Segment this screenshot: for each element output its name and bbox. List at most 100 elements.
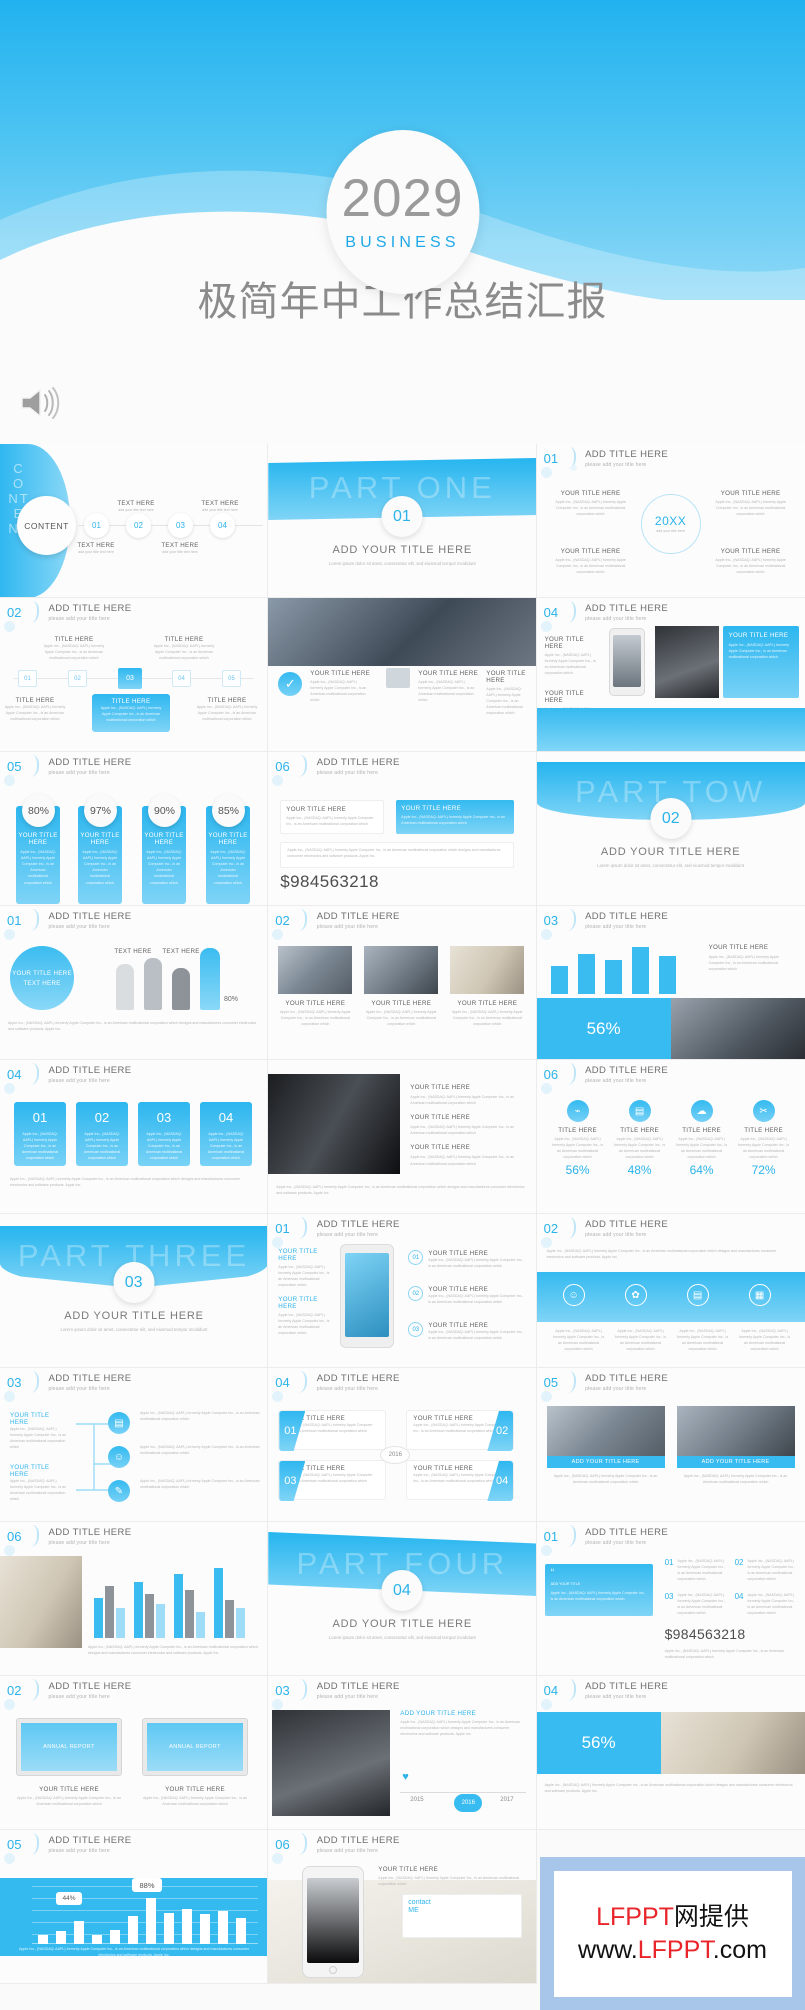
bubble-icon [272, 929, 284, 940]
tree-text-3: Apple Inc., (NASDAQ: AAPL) formerly Appl… [140, 1478, 260, 1490]
tree-text-2: Apple Inc., (NASDAQ: AAPL) formerly Appl… [140, 1444, 260, 1456]
icon-title: TITLE HERE [620, 1127, 659, 1134]
big-percent-panel: 56% [536, 998, 671, 1059]
bottle-label-1: TEXT HERE [112, 948, 154, 955]
slide-thumbnail[interactable]: 02 ADD TITLE HERE please add your title … [268, 906, 537, 1060]
slide-thumbnail[interactable]: PART THREE 03 ADD YOUR TITLE HERE Lorem … [0, 1214, 269, 1368]
phone-mockup [608, 628, 645, 696]
slide-title: ADD TITLE HERE [316, 1373, 400, 1384]
caption-body: Apple Inc., (NASDAQ: AAPL) formerly Appl… [553, 1329, 605, 1352]
flow-title: TITLE HERE [54, 636, 94, 643]
list-title: YOUR TITLE HERE [428, 1286, 489, 1293]
item-number: 03 [664, 1592, 674, 1601]
slide-thumbnail[interactable]: YOUR TITLE HERE Apple Inc., (NASDAQ: AAP… [268, 1060, 537, 1214]
photo-caption-bar: ADD YOUR TITLE HERE [676, 1456, 795, 1468]
slide-thumbnail[interactable]: 01 ADD TITLE HERE please add your title … [536, 444, 805, 598]
slide-header: 02 ADD TITLE HERE please add your title … [4, 1679, 132, 1710]
laptop-mockup: ANNUAL REPORT [16, 1718, 122, 1776]
label-body: Apple Inc., (NASDAQ: AAPL) formerly Appl… [10, 1427, 67, 1450]
slide-header-text: ADD TITLE HERE please add your title her… [48, 1835, 132, 1854]
slide-thumbnail[interactable]: 06 ADD TITLE HERE please add your title … [268, 1830, 537, 1984]
slide-thumbnail[interactable]: 03 ADD TITLE HERE please add your title … [0, 1368, 269, 1522]
slide-number: 04 [543, 1683, 559, 1698]
flow-bot-2: TITLE HERE Apple Inc., (NASDAQ: AAPL) fo… [196, 697, 258, 722]
chart-callout: 44% [56, 1892, 82, 1905]
quote-mark-icon: “ [550, 1567, 555, 1579]
slide-thumbnail[interactable]: 01 ADD TITLE HERE please add your title … [536, 1522, 805, 1676]
timeline-body: Apple Inc., (NASDAQ: AAPL) formerly Appl… [400, 1720, 520, 1737]
step-title: TEXT HERE [161, 542, 199, 549]
step-label-bot-2: TEXT HERE add your title text here [150, 542, 210, 555]
slide-thumbnail[interactable]: 05 ADD TITLE HERE please add your title … [536, 1368, 805, 1522]
slide-thumbnail[interactable]: 05 ADD TITLE HERE please add your title … [0, 752, 269, 906]
slide-thumbnail[interactable]: 03 ADD TITLE HERE please add your title … [536, 906, 805, 1060]
item-body: Apple Inc., (NASDAQ: AAPL) formerly Appl… [747, 1593, 796, 1616]
card-body: Apple Inc., (NASDAQ: AAPL) formerly Appl… [286, 816, 374, 827]
phone-mockup [302, 1866, 365, 1978]
slide-subtitle: please add your title here [48, 924, 110, 931]
slide-header: 05 ADD TITLE HERE please add your title … [4, 755, 132, 786]
card-title: YOUR TITLE HERE [413, 1415, 474, 1422]
swoosh-icon [290, 1833, 308, 1855]
watermark-line-1: LFPPT网提供 [596, 1901, 749, 1934]
icon-value: 64% [689, 1163, 714, 1178]
slide-thumbnail[interactable]: 04 ADD TITLE HERE please add your title … [268, 1368, 537, 1522]
slide-thumbnail[interactable]: 06 ADD TITLE HERE please add your title … [0, 1522, 269, 1676]
bar [185, 1590, 194, 1638]
list-body: Apple Inc., (NASDAQ: AAPL) formerly Appl… [428, 1294, 524, 1305]
icon-caption-4: Apple Inc., (NASDAQ: AAPL) formerly Appl… [737, 1328, 793, 1352]
slide-title: ADD TITLE HERE [585, 911, 669, 922]
column-body: Apple Inc., (NASDAQ: AAPL) formerly Appl… [210, 850, 246, 885]
step-sub: add your title text here [202, 508, 238, 512]
slide-thumbnail[interactable]: 06 ADD TITLE HERE please add your title … [536, 1060, 805, 1214]
slide-thumbnail[interactable]: 01 ADD TITLE HERE please add your title … [0, 906, 269, 1060]
quad-body: Apple Inc., (NASDAQ: AAPL) formerly Appl… [555, 500, 626, 517]
slide-thumbnail[interactable]: 03 ADD TITLE HERE please add your title … [268, 1676, 537, 1830]
slide-thumbnail[interactable]: 04 ADD TITLE HERE please add your title … [0, 1060, 269, 1214]
step-04: 04 [210, 513, 235, 538]
slide-thumbnail[interactable]: PART FOUR 04 ADD YOUR TITLE HERE Lorem i… [268, 1522, 537, 1676]
right-text-block: YOUR TITLE HERE Apple Inc., (NASDAQ: AAP… [410, 1084, 526, 1167]
slide-header: 04 ADD TITLE HERE please add your title … [272, 1371, 400, 1402]
slide-title: ADD TITLE HERE [316, 911, 400, 922]
slide-thumbnail[interactable]: 02 ADD TITLE HERE please add your title … [0, 1676, 269, 1830]
slide-thumbnail[interactable]: 04 ADD TITLE HERE please add your title … [536, 1676, 805, 1830]
slide-title: ADD TITLE HERE [48, 1835, 132, 1846]
screen-label: ANNUAL REPORT [169, 1744, 221, 1750]
slide-thumbnail[interactable]: 06 ADD TITLE HERE please add your title … [268, 752, 537, 906]
quad-body: Apple Inc., (NASDAQ: AAPL) formerly Appl… [555, 558, 626, 575]
slide-thumbnail[interactable]: 02 ADD TITLE HERE please add your title … [0, 598, 269, 752]
slide-thumbnail[interactable]: 04 ADD TITLE HERE please add your title … [536, 598, 805, 752]
year-label: 2015 [410, 1797, 424, 1803]
check-text-block: YOUR TITLE HERE Apple Inc., (NASDAQ: AAP… [486, 670, 530, 717]
check-icon: ✓ [278, 672, 303, 696]
speaker-icon[interactable] [18, 386, 62, 420]
slide-number: 03 [7, 1375, 22, 1390]
block-title: YOUR TITLE HERE [310, 670, 371, 677]
slide-header: 01 ADD TITLE HERE please add your title … [4, 909, 132, 940]
slide-number: 01 [543, 1529, 559, 1544]
blue-text-card: YOUR TITLE HERE Apple Inc., (NASDAQ: AAP… [722, 626, 799, 698]
slide-thumbnail[interactable]: 05 ADD TITLE HERE please add your title … [0, 1830, 269, 1984]
slide-header: 01 ADD TITLE HERE please add your title … [540, 447, 669, 478]
slide-title: ADD TITLE HERE [585, 603, 669, 614]
doc-thumb-icon [386, 668, 411, 688]
slide-thumbnail[interactable]: ✓ YOUR TITLE HERE Apple Inc., (NASDAQ: A… [268, 598, 537, 752]
slide-thumbnail[interactable]: CONTENT CONTENT 01 02 03 04 TEXT HERE ad… [0, 444, 269, 598]
flow-title: TITLE HERE [207, 697, 247, 704]
slide-thumbnail[interactable]: 01 ADD TITLE HERE please add your title … [268, 1214, 537, 1368]
slide-header-text: ADD TITLE HERE please add your title her… [585, 1373, 668, 1392]
slide-thumbnail[interactable]: PART TOW 02 ADD YOUR TITLE HERE Lorem ip… [536, 752, 805, 906]
label-body: Apple Inc., (NASDAQ: AAPL) formerly Appl… [10, 1479, 67, 1502]
slide-thumbnail[interactable]: 02 ADD TITLE HERE please add your title … [536, 1214, 805, 1368]
tools-icon: ✂ [752, 1100, 775, 1122]
slide-header: 02 ADD TITLE HERE please add your title … [272, 909, 400, 940]
icon-caption-1: Apple Inc., (NASDAQ: AAPL) formerly Appl… [551, 1328, 607, 1352]
cloud-icon: ☁ [690, 1100, 713, 1122]
bubble-icon [540, 1699, 552, 1710]
year-label: 2017 [500, 1797, 514, 1803]
card-number: 01 [32, 1110, 48, 1125]
icon-value: 56% [565, 1163, 590, 1178]
slide-title: ADD TITLE HERE [316, 757, 400, 768]
slide-thumbnail[interactable]: PART ONE 01 ADD YOUR TITLE HERE Lorem ip… [268, 444, 537, 598]
